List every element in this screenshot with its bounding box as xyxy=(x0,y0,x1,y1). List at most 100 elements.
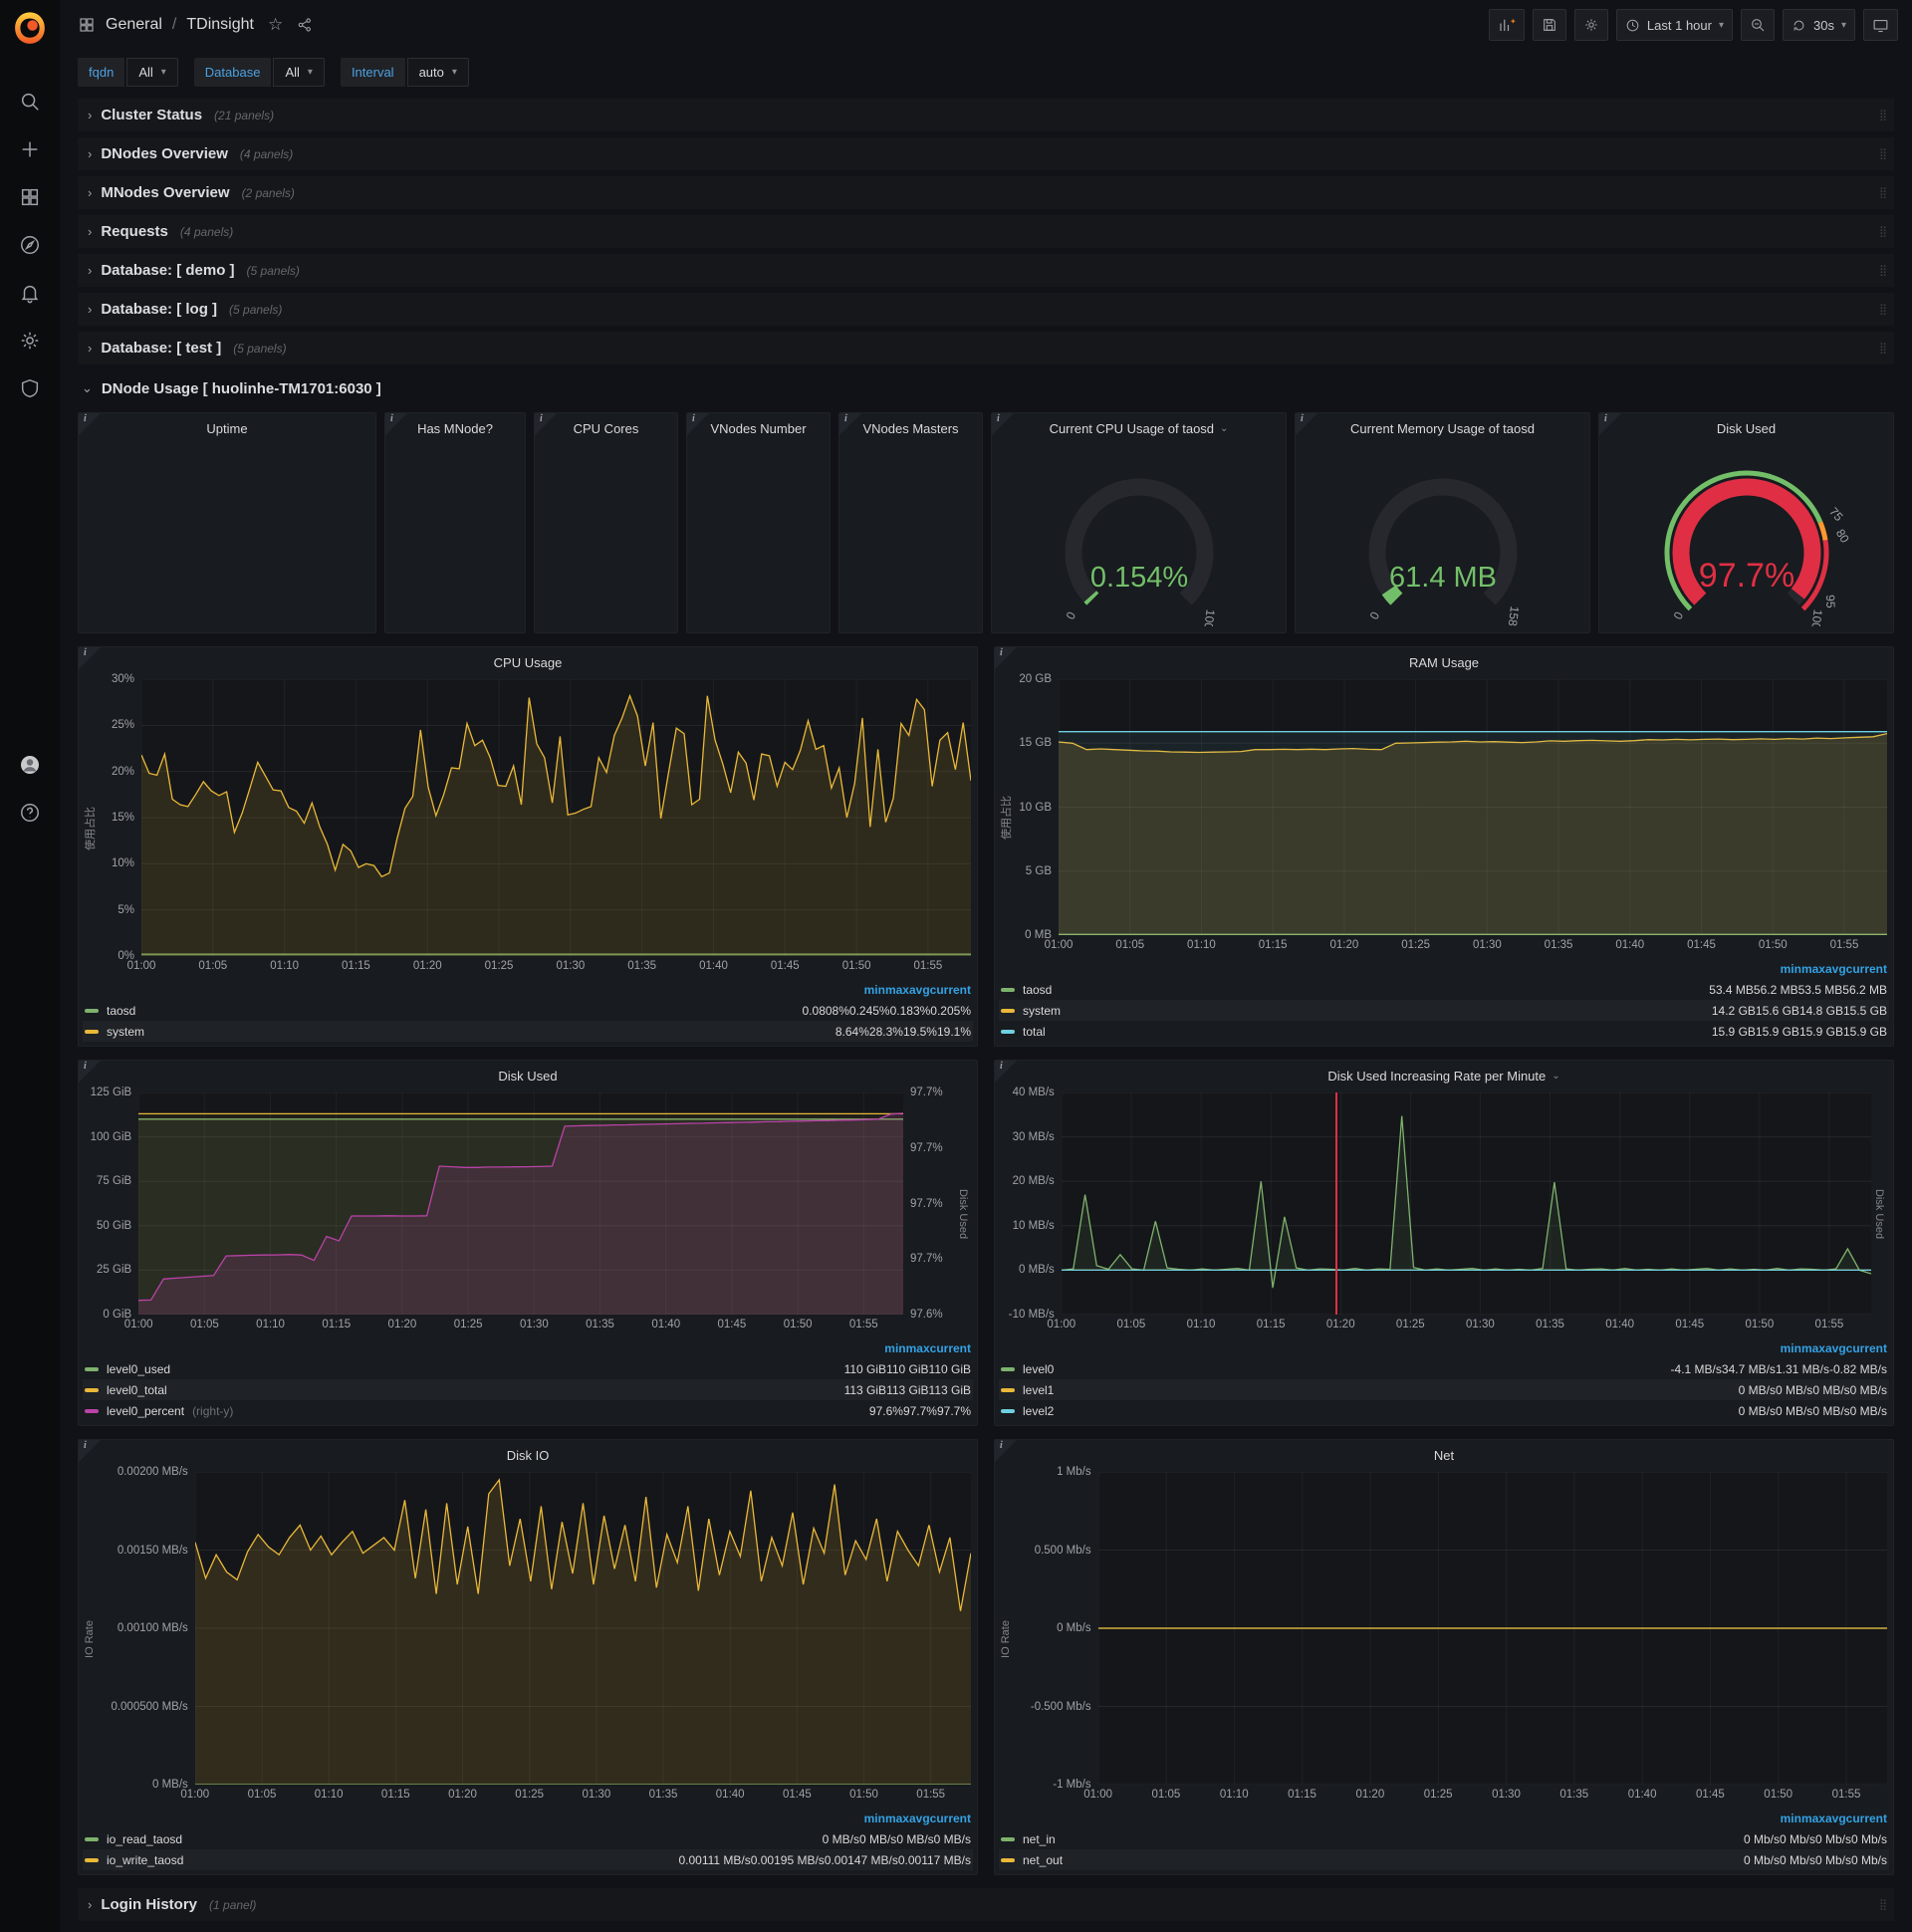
variable-value-dropdown[interactable]: All ▾ xyxy=(126,58,178,87)
panel-header[interactable]: Net xyxy=(995,1440,1893,1470)
legend-column-header[interactable]: current xyxy=(1846,1341,1887,1355)
legend-column-header[interactable]: current xyxy=(930,1341,971,1355)
breadcrumb-dashboard-title[interactable]: TDinsight xyxy=(186,16,254,34)
panel-info-corner[interactable] xyxy=(79,1440,101,1462)
legend-series-toggle[interactable]: taosd xyxy=(85,1004,803,1018)
legend-column-header[interactable]: max xyxy=(885,983,909,997)
grafana-logo[interactable] xyxy=(9,8,51,50)
panel-info-corner[interactable] xyxy=(1296,413,1317,435)
legend-series-toggle[interactable]: level0 xyxy=(1001,1362,1671,1376)
row-dnodes-overview[interactable]: › DNodes Overview (4 panels) ⣿ xyxy=(78,137,1894,170)
legend-column-header[interactable]: max xyxy=(906,1341,930,1355)
panel-header[interactable]: Uptime xyxy=(79,413,375,443)
plot-area[interactable] xyxy=(1061,1092,1871,1315)
panel-info-corner[interactable] xyxy=(385,413,407,435)
legend-series-toggle[interactable]: total xyxy=(1001,1025,1712,1039)
panel-info-corner[interactable] xyxy=(79,1061,101,1083)
row-login-history[interactable]: › Login History (1 panel) ⣿ xyxy=(78,1888,1894,1921)
cycle-view-mode-button[interactable] xyxy=(1863,9,1898,41)
breadcrumb-section[interactable]: General xyxy=(106,16,162,34)
legend-column-header[interactable]: current xyxy=(1846,1811,1887,1825)
variable-value-dropdown[interactable]: All ▾ xyxy=(273,58,325,87)
legend-series-toggle[interactable]: net_in xyxy=(1001,1832,1744,1846)
legend-series-toggle[interactable]: system xyxy=(1001,1004,1712,1018)
refresh-picker[interactable]: 30s ▾ xyxy=(1783,9,1855,41)
panel-info-corner[interactable] xyxy=(79,647,101,669)
add-panel-button[interactable] xyxy=(1488,9,1525,41)
panel-header[interactable]: Current Memory Usage of taosd xyxy=(1296,413,1589,443)
row-drag-handle[interactable]: ⣿ xyxy=(1879,342,1888,355)
legend-series-toggle[interactable]: level2 xyxy=(1001,1404,1739,1418)
legend-column-header[interactable]: max xyxy=(1801,962,1825,976)
panel-info-corner[interactable] xyxy=(79,413,101,435)
legend-column-header[interactable]: min xyxy=(884,1341,905,1355)
variable-value-dropdown[interactable]: auto ▾ xyxy=(406,58,469,87)
row-mnodes-overview[interactable]: › MNodes Overview (2 panels) ⣿ xyxy=(78,176,1894,209)
panel-header[interactable]: Disk Used Increasing Rate per Minute ⌄ xyxy=(995,1061,1893,1090)
legend-series-toggle[interactable]: net_out xyxy=(1001,1853,1744,1867)
legend-series-toggle[interactable]: level0_percent (right-y) xyxy=(85,1404,869,1418)
row-drag-handle[interactable]: ⣿ xyxy=(1879,109,1888,121)
row-drag-handle[interactable]: ⣿ xyxy=(1879,186,1888,199)
plot-area[interactable] xyxy=(194,1472,971,1785)
row-dnode-usage[interactable]: ⌄ DNode Usage [ huolinhe-TM1701:6030 ] xyxy=(78,370,1894,406)
panel-header[interactable]: CPU Usage xyxy=(79,647,977,677)
star-icon[interactable]: ☆ xyxy=(268,15,283,35)
explore-compass-icon[interactable] xyxy=(10,225,50,265)
legend-series-toggle[interactable]: system xyxy=(85,1025,836,1039)
legend-column-header[interactable]: avg xyxy=(909,1811,930,1825)
legend-column-header[interactable]: max xyxy=(1801,1811,1825,1825)
plot-area[interactable] xyxy=(1059,679,1887,935)
zoom-out-time-button[interactable] xyxy=(1741,9,1775,41)
legend-column-header[interactable]: min xyxy=(1781,962,1801,976)
panel-info-corner[interactable] xyxy=(1599,413,1621,435)
help-icon[interactable] xyxy=(10,793,50,833)
legend-column-header[interactable]: avg xyxy=(1825,1811,1846,1825)
legend-series-toggle[interactable]: taosd xyxy=(1001,983,1709,997)
panel-header[interactable]: Disk IO xyxy=(79,1440,977,1470)
legend-column-header[interactable]: min xyxy=(864,1811,885,1825)
dashboard-settings-button[interactable] xyxy=(1573,9,1608,41)
panel-header[interactable]: RAM Usage xyxy=(995,647,1893,677)
server-admin-shield-icon[interactable] xyxy=(10,368,50,408)
legend-series-toggle[interactable]: level0_total xyxy=(85,1383,844,1397)
row-drag-handle[interactable]: ⣿ xyxy=(1879,147,1888,160)
search-icon[interactable] xyxy=(10,82,50,121)
legend-column-header[interactable]: min xyxy=(1781,1811,1801,1825)
panel-header[interactable]: Current CPU Usage of taosd ⌄ xyxy=(992,413,1286,443)
row-cluster-status[interactable]: › Cluster Status (21 panels) ⣿ xyxy=(78,99,1894,131)
legend-column-header[interactable]: current xyxy=(1846,962,1887,976)
row-drag-handle[interactable]: ⣿ xyxy=(1879,264,1888,277)
legend-series-toggle[interactable]: level0_used xyxy=(85,1362,844,1376)
panel-info-corner[interactable] xyxy=(995,647,1017,669)
row-drag-handle[interactable]: ⣿ xyxy=(1879,225,1888,238)
row-drag-handle[interactable]: ⣿ xyxy=(1879,303,1888,316)
legend-column-header[interactable]: current xyxy=(930,1811,971,1825)
legend-column-header[interactable]: avg xyxy=(1825,1341,1846,1355)
legend-series-toggle[interactable]: level1 xyxy=(1001,1383,1739,1397)
panel-info-corner[interactable] xyxy=(687,413,709,435)
alerting-bell-icon[interactable] xyxy=(10,273,50,313)
configuration-gear-icon[interactable] xyxy=(10,321,50,361)
share-icon[interactable] xyxy=(297,17,313,33)
legend-column-header[interactable]: current xyxy=(930,983,971,997)
plot-area[interactable] xyxy=(1097,1472,1887,1785)
panel-info-corner[interactable] xyxy=(535,413,557,435)
time-range-picker[interactable]: Last 1 hour ▾ xyxy=(1615,9,1733,41)
legend-column-header[interactable]: min xyxy=(864,983,885,997)
row-database-log-[interactable]: › Database: [ log ] (5 panels) ⣿ xyxy=(78,293,1894,326)
panel-info-corner[interactable] xyxy=(839,413,861,435)
save-dashboard-button[interactable] xyxy=(1532,9,1566,41)
legend-column-header[interactable]: avg xyxy=(1825,962,1846,976)
row-drag-handle[interactable]: ⣿ xyxy=(1879,1898,1888,1911)
panel-header[interactable]: Disk Used xyxy=(79,1061,977,1090)
legend-column-header[interactable]: max xyxy=(1801,1341,1825,1355)
legend-series-toggle[interactable]: io_write_taosd xyxy=(85,1853,678,1867)
panel-info-corner[interactable] xyxy=(995,1061,1017,1083)
legend-column-header[interactable]: avg xyxy=(909,983,930,997)
plot-area[interactable] xyxy=(138,1092,904,1315)
row-database-test-[interactable]: › Database: [ test ] (5 panels) ⣿ xyxy=(78,332,1894,364)
panel-header[interactable]: Disk Used xyxy=(1599,413,1893,443)
dashboards-icon[interactable] xyxy=(10,177,50,217)
create-plus-icon[interactable] xyxy=(10,129,50,169)
